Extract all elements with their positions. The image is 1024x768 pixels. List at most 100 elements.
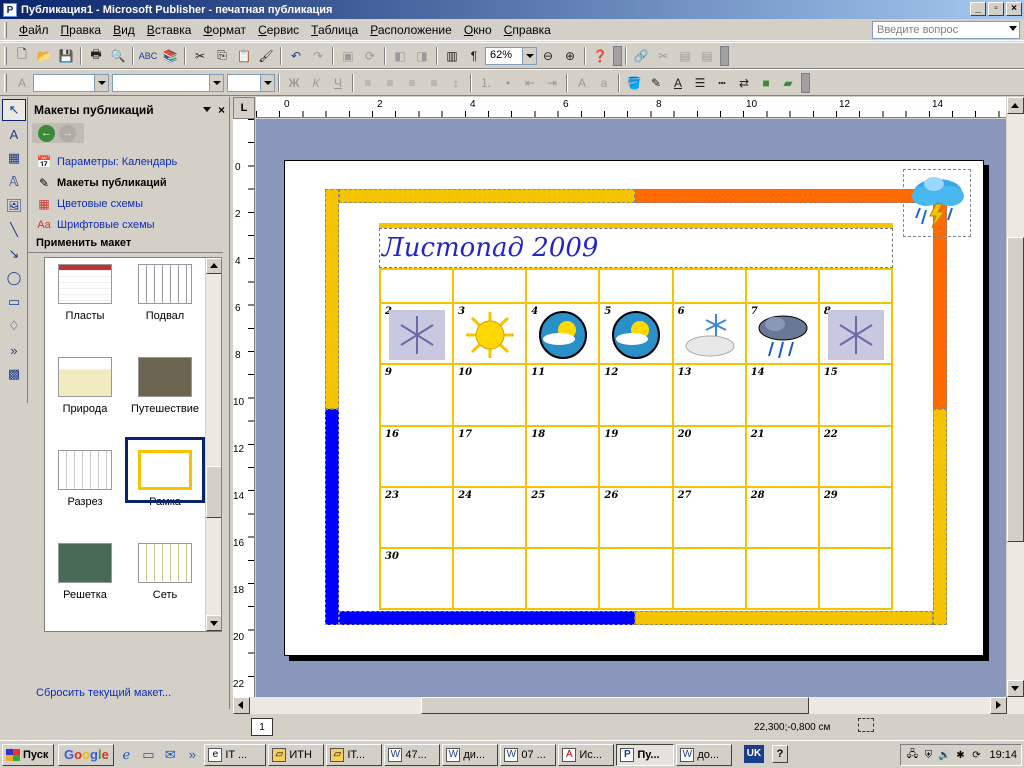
- storm-clipart-icon[interactable]: [903, 169, 971, 237]
- taskbar-button[interactable]: Wдо...: [676, 743, 733, 766]
- ruler-origin[interactable]: L: [233, 97, 255, 119]
- language-indicator[interactable]: UK: [744, 745, 764, 763]
- scroll-thumb[interactable]: [1007, 237, 1024, 542]
- link-publication-designs[interactable]: ✎ Макеты публикаций: [28, 172, 229, 193]
- menubar-grip[interactable]: [4, 21, 7, 38]
- line-spacing-icon[interactable]: ↕: [445, 73, 467, 93]
- calendar-cell[interactable]: [817, 268, 894, 304]
- ie-quicklaunch-icon[interactable]: ℯ: [116, 745, 136, 765]
- toolbar-options-icon[interactable]: [720, 45, 729, 66]
- minimize-button[interactable]: _: [970, 2, 986, 16]
- taskbar-button-active[interactable]: P Пу...: [616, 743, 675, 766]
- fill-color-icon[interactable]: 🪣: [623, 73, 645, 93]
- format-painter-icon[interactable]: 🖌: [255, 46, 277, 66]
- zoom-out-icon[interactable]: ⊖: [537, 46, 559, 66]
- align-right-icon[interactable]: ≡: [401, 73, 423, 93]
- arrow-style-icon[interactable]: ⇄: [733, 73, 755, 93]
- columns-icon[interactable]: ▥: [441, 46, 463, 66]
- close-icon[interactable]: ×: [218, 103, 225, 117]
- wordart-icon[interactable]: 𝔸: [2, 171, 26, 193]
- save-icon[interactable]: 💾: [55, 46, 77, 66]
- decrease-indent-icon[interactable]: ⇤: [519, 73, 541, 93]
- publisher-app-icon[interactable]: P: [3, 2, 17, 17]
- calendar-cell[interactable]: 13: [671, 363, 747, 427]
- scroll-left-icon[interactable]: [233, 697, 250, 714]
- scroll-right-icon[interactable]: [990, 697, 1007, 714]
- calendar-title[interactable]: Листопад 2009: [379, 228, 893, 268]
- bring-forward-icon[interactable]: ◧: [389, 46, 411, 66]
- network-icon[interactable]: 🖧: [905, 748, 919, 762]
- scroll-thumb[interactable]: [206, 466, 221, 518]
- calendar-cell[interactable]: [671, 547, 747, 611]
- undo-icon[interactable]: ↶: [285, 46, 307, 66]
- calendar-cell[interactable]: 28: [744, 485, 820, 550]
- snow-cloud-icon[interactable]: [682, 310, 738, 360]
- maximize-button[interactable]: ▫: [988, 2, 1004, 16]
- vertical-scrollbar[interactable]: [1007, 97, 1024, 697]
- update-icon[interactable]: ⟳: [969, 748, 983, 762]
- outlook-quicklaunch-icon[interactable]: ✉: [160, 745, 180, 765]
- frame-bottom-blue[interactable]: [339, 611, 635, 625]
- start-button[interactable]: Пуск: [2, 743, 55, 766]
- send-backward-icon[interactable]: ◨: [411, 46, 433, 66]
- pilcrow-icon[interactable]: ¶: [463, 46, 485, 66]
- calendar-cell[interactable]: [525, 268, 601, 304]
- menu-file[interactable]: Файл: [13, 21, 55, 39]
- calendar-cell[interactable]: 18: [525, 424, 601, 488]
- frame-right-yellow[interactable]: [933, 409, 947, 625]
- toolbar-grip[interactable]: [4, 73, 7, 92]
- print-icon[interactable]: 🖶: [85, 46, 107, 66]
- bullets-icon[interactable]: •: [497, 73, 519, 93]
- page-navigator[interactable]: 1: [251, 718, 273, 736]
- calendar-cell[interactable]: 14: [744, 363, 820, 427]
- horizontal-ruler[interactable]: 0 2 4 6 8 10 12 14 16 18 20: [256, 97, 1006, 118]
- calendar-cell[interactable]: [744, 268, 820, 304]
- design-thumb-priroda[interactable]: Природа: [45, 353, 125, 415]
- menu-table[interactable]: Таблица: [305, 21, 364, 39]
- cut-icon[interactable]: ✂: [189, 46, 211, 66]
- chevron-down-icon[interactable]: [94, 74, 108, 91]
- print-preview-icon[interactable]: 🔍: [107, 46, 129, 66]
- storm-cloud-icon[interactable]: [755, 310, 811, 360]
- calendar-cell[interactable]: 16: [378, 424, 455, 488]
- calendar-cell[interactable]: 30: [378, 547, 455, 611]
- more-tools-icon[interactable]: »: [2, 339, 26, 361]
- shadow-style-icon[interactable]: ■: [755, 73, 777, 93]
- partly-cloudy-icon[interactable]: [608, 310, 664, 360]
- arrow-icon[interactable]: ↘: [2, 243, 26, 265]
- menu-tools[interactable]: Сервис: [252, 21, 305, 39]
- line-color-icon[interactable]: ✎: [645, 73, 667, 93]
- scroll-thumb[interactable]: [421, 697, 809, 714]
- toolbar-grip[interactable]: [4, 46, 7, 65]
- snowflake-tile-icon[interactable]: [827, 310, 884, 360]
- volume-icon[interactable]: 🔊: [937, 748, 951, 762]
- frame-bottom-yellow[interactable]: [635, 611, 933, 625]
- 3d-style-icon[interactable]: ▰: [777, 73, 799, 93]
- open-icon[interactable]: 📂: [33, 46, 55, 66]
- rectangle-icon[interactable]: ▭: [2, 291, 26, 313]
- design-thumb-set[interactable]: Сеть: [125, 539, 205, 601]
- scroll-down-icon[interactable]: [1007, 680, 1024, 697]
- chevron-down-icon[interactable]: [522, 47, 536, 64]
- text-box-icon[interactable]: A: [2, 123, 26, 145]
- antivirus-icon[interactable]: ⛨: [921, 748, 935, 762]
- shrink-font-icon[interactable]: a: [593, 73, 615, 93]
- zoom-in-icon[interactable]: ⊕: [559, 46, 581, 66]
- scroll-down-icon[interactable]: [206, 615, 221, 631]
- design-thumb-podval[interactable]: Подвал: [125, 260, 205, 322]
- help-search-input[interactable]: Введите вопрос: [872, 21, 1020, 39]
- design-thumb-puteshestvie[interactable]: Путешествие: [125, 353, 205, 415]
- rotate-icon[interactable]: ⟳: [359, 46, 381, 66]
- zoom-select[interactable]: 62%: [485, 46, 537, 65]
- forward-icon[interactable]: →: [59, 124, 76, 142]
- grow-font-icon[interactable]: A: [571, 73, 593, 93]
- group-icon[interactable]: ▣: [337, 46, 359, 66]
- justify-icon[interactable]: ≡: [423, 73, 445, 93]
- autoshapes-icon[interactable]: ♢: [2, 315, 26, 337]
- line-style-icon[interactable]: ☰: [689, 73, 711, 93]
- taskbar-button[interactable]: ▱ IT...: [326, 743, 383, 766]
- taskbar-button[interactable]: W 07 ...: [500, 743, 557, 766]
- font-color-icon[interactable]: A: [667, 73, 689, 93]
- calendar-cell[interactable]: 3: [452, 301, 528, 366]
- menu-insert[interactable]: Вставка: [141, 21, 198, 39]
